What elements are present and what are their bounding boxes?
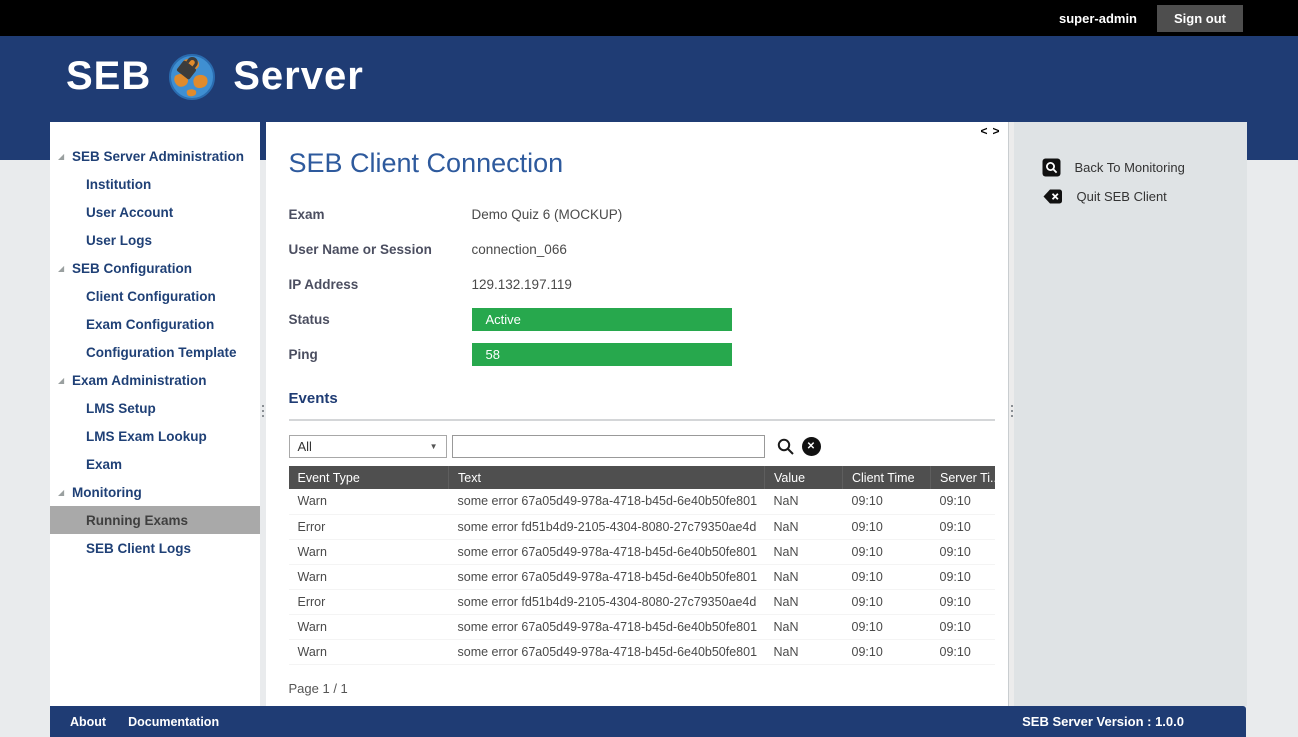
field-ping: Ping 58 xyxy=(289,343,995,366)
column-header-text[interactable]: Text xyxy=(449,466,765,489)
table-row[interactable]: Warn some error 67a05d49-978a-4718-b45d-… xyxy=(289,614,995,639)
events-filter-row: All ▼ ✕ xyxy=(289,435,995,458)
sidebar-section-exam-administration[interactable]: ◢ Exam Administration xyxy=(50,366,260,394)
table-row[interactable]: Warn some error 67a05d49-978a-4718-b45d-… xyxy=(289,489,995,514)
events-search-input[interactable] xyxy=(452,435,765,458)
splitter-handle-icon xyxy=(1011,405,1013,417)
sidebar-section-seb-configuration[interactable]: ◢ SEB Configuration xyxy=(50,254,260,282)
tree-expand-icon[interactable]: ◢ xyxy=(58,152,72,161)
chevron-down-icon: ▼ xyxy=(430,442,438,451)
logo-word-server: Server xyxy=(233,54,364,99)
sidebar-item-configuration-template[interactable]: Configuration Template xyxy=(50,338,260,366)
sidebar-item-running-exams[interactable]: Running Exams xyxy=(50,506,260,534)
sidebar-item-exam[interactable]: Exam xyxy=(50,450,260,478)
column-header-value[interactable]: Value xyxy=(765,466,843,489)
table-row[interactable]: Error some error fd51b4d9-2105-4304-8080… xyxy=(289,514,995,539)
connection-details: Exam Demo Quiz 6 (MOCKUP) User Name or S… xyxy=(289,203,995,366)
server-version-label: SEB Server Version : 1.0.0 xyxy=(1022,714,1184,729)
action-panel: Back To Monitoring Quit SEB Client xyxy=(1014,122,1247,706)
current-user-label: super-admin xyxy=(1059,11,1137,26)
quit-backspace-icon xyxy=(1042,187,1063,206)
seb-client-connection-panel: < > SEB Client Connection Exam Demo Quiz… xyxy=(266,122,1009,706)
sidebar-item-user-logs[interactable]: User Logs xyxy=(50,226,260,254)
status-badge: Active xyxy=(472,308,732,331)
logo-word-seb: SEB xyxy=(66,54,151,99)
field-value: Demo Quiz 6 (MOCKUP) xyxy=(472,207,623,222)
field-label: User Name or Session xyxy=(289,242,472,257)
sidebar-navigation: ◢ SEB Server Administration Institution … xyxy=(50,122,260,706)
table-row[interactable]: Warn some error 67a05d49-978a-4718-b45d-… xyxy=(289,639,995,664)
table-row[interactable]: Warn some error 67a05d49-978a-4718-b45d-… xyxy=(289,539,995,564)
tree-expand-icon[interactable]: ◢ xyxy=(58,488,72,497)
events-divider xyxy=(289,419,995,421)
sidebar-item-client-configuration[interactable]: Client Configuration xyxy=(50,282,260,310)
action-panel-splitter[interactable] xyxy=(1009,122,1015,706)
action-label: Back To Monitoring xyxy=(1074,160,1184,175)
monitor-search-icon xyxy=(1042,158,1061,177)
pagination-label: Page 1 / 1 xyxy=(289,681,995,696)
events-table-header-row: Event Type Text Value Client Time Server… xyxy=(289,466,995,489)
tree-expand-icon[interactable]: ◢ xyxy=(58,264,72,273)
table-row[interactable]: Warn some error 67a05d49-978a-4718-b45d-… xyxy=(289,564,995,589)
pane-controls: < > xyxy=(980,125,999,137)
quit-seb-client-action[interactable]: Quit SEB Client xyxy=(1042,187,1247,206)
events-table: Event Type Text Value Client Time Server… xyxy=(289,466,995,665)
events-heading: Events xyxy=(289,390,995,407)
sidebar-item-institution[interactable]: Institution xyxy=(50,170,260,198)
column-header-server-time[interactable]: Server Ti... xyxy=(931,466,995,489)
sidebar-section-monitoring[interactable]: ◢ Monitoring xyxy=(50,478,260,506)
field-status: Status Active xyxy=(289,308,995,331)
sign-out-button[interactable]: Sign out xyxy=(1157,5,1243,32)
pane-next-icon[interactable]: > xyxy=(992,125,999,137)
globe-lock-icon xyxy=(166,50,218,102)
ping-badge: 58 xyxy=(472,343,732,366)
sidebar-item-lms-exam-lookup[interactable]: LMS Exam Lookup xyxy=(50,422,260,450)
close-icon: ✕ xyxy=(807,437,815,456)
action-label: Quit SEB Client xyxy=(1076,189,1166,204)
sidebar-section-seb-server-administration[interactable]: ◢ SEB Server Administration xyxy=(50,142,260,170)
pane-prev-icon[interactable]: < xyxy=(980,125,987,137)
topbar: super-admin Sign out xyxy=(0,0,1298,36)
splitter-handle-icon xyxy=(262,405,264,417)
event-type-filter-select[interactable]: All ▼ xyxy=(289,435,447,458)
sidebar-item-exam-configuration[interactable]: Exam Configuration xyxy=(50,310,260,338)
field-label: Status xyxy=(289,312,472,327)
field-exam: Exam Demo Quiz 6 (MOCKUP) xyxy=(289,203,995,226)
search-button[interactable] xyxy=(776,437,795,456)
sidebar-item-seb-client-logs[interactable]: SEB Client Logs xyxy=(50,534,260,562)
content-area: ◢ SEB Server Administration Institution … xyxy=(50,122,1247,706)
clear-search-button[interactable]: ✕ xyxy=(802,437,821,456)
field-label: Ping xyxy=(289,347,472,362)
field-value: connection_066 xyxy=(472,242,567,257)
table-row[interactable]: Error some error fd51b4d9-2105-4304-8080… xyxy=(289,589,995,614)
field-label: IP Address xyxy=(289,277,472,292)
field-value: 129.132.197.119 xyxy=(472,277,572,292)
sidebar-item-lms-setup[interactable]: LMS Setup xyxy=(50,394,260,422)
field-label: Exam xyxy=(289,207,472,222)
field-ip-address: IP Address 129.132.197.119 xyxy=(289,273,995,296)
column-header-client-time[interactable]: Client Time xyxy=(843,466,931,489)
footer-link-about[interactable]: About xyxy=(70,715,106,729)
tree-expand-icon[interactable]: ◢ xyxy=(58,376,72,385)
selected-option-label: All xyxy=(298,439,430,454)
app-logo: SEB Server xyxy=(0,36,1298,102)
footer-link-documentation[interactable]: Documentation xyxy=(128,715,219,729)
sidebar-item-user-account[interactable]: User Account xyxy=(50,198,260,226)
back-to-monitoring-action[interactable]: Back To Monitoring xyxy=(1042,158,1247,177)
page-title: SEB Client Connection xyxy=(289,148,995,179)
search-icon xyxy=(776,437,795,456)
footer-bar: About Documentation SEB Server Version :… xyxy=(50,706,1246,737)
field-user-name-or-session: User Name or Session connection_066 xyxy=(289,238,995,261)
column-header-event-type[interactable]: Event Type xyxy=(289,466,449,489)
